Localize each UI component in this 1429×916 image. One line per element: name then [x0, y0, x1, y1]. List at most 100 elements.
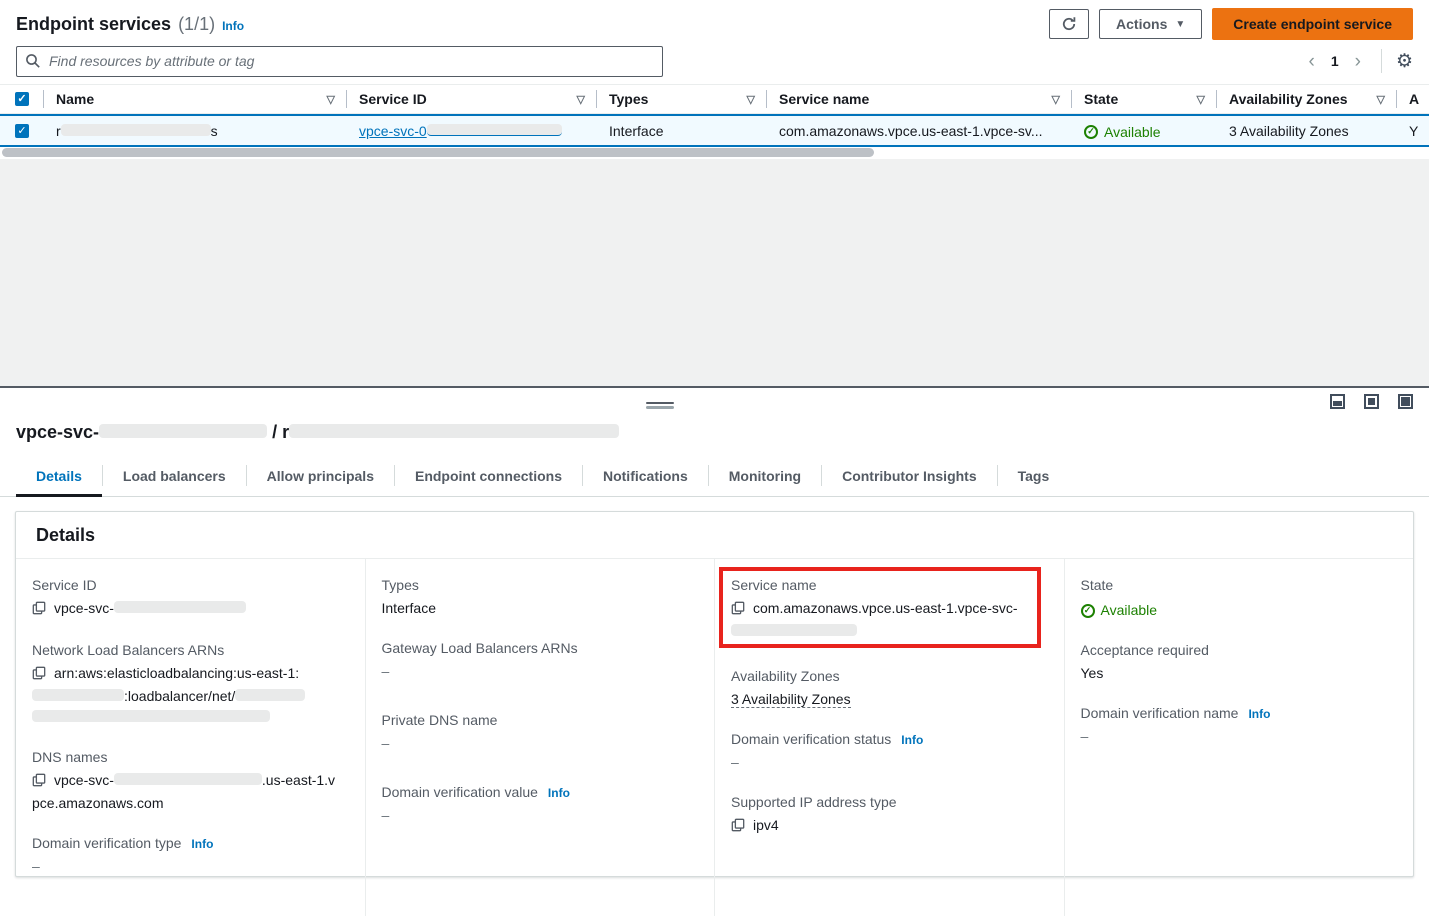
actions-button[interactable]: Actions ▼	[1099, 9, 1202, 39]
toolbar-divider	[1381, 49, 1382, 73]
filter-icon[interactable]: ▽	[327, 93, 335, 106]
table-row[interactable]: ✓ rs vpce-svc-0 Interface com.amazonaws.…	[0, 114, 1429, 147]
field-label: Domain verification value	[382, 784, 538, 800]
field-label: State	[1081, 577, 1114, 593]
cell-name: rs	[44, 123, 347, 139]
tab-notifications[interactable]: Notifications	[583, 459, 708, 497]
panel-position-side-icon[interactable]	[1364, 394, 1379, 409]
tab-contributor-insights[interactable]: Contributor Insights	[822, 459, 997, 497]
filter-icon[interactable]: ▽	[1377, 93, 1385, 106]
select-all-checkbox[interactable]: ✓	[15, 92, 29, 106]
details-card-heading: Details	[16, 512, 1413, 559]
column-header-state[interactable]: State ▽	[1072, 85, 1217, 113]
preferences-gear-icon[interactable]: ⚙	[1396, 52, 1413, 71]
field-value: Interface	[382, 598, 689, 619]
field-domain-verification-value: Domain verification value Info –	[382, 784, 689, 826]
page-count: (1/1)	[178, 14, 215, 35]
tab-tags[interactable]: Tags	[998, 459, 1070, 497]
redaction	[289, 424, 619, 438]
search-box	[16, 46, 663, 77]
column-header-service-name[interactable]: Service name ▽	[767, 85, 1072, 113]
redaction	[61, 124, 211, 136]
field-label: Domain verification type	[32, 835, 181, 851]
service-name-text: com.amazonaws.vpce.us-east-1.vpce-svc-	[753, 600, 1018, 616]
search-input[interactable]	[16, 46, 663, 77]
field-label: DNS names	[32, 749, 107, 765]
copy-icon[interactable]	[32, 665, 46, 686]
redaction	[427, 124, 562, 136]
copy-icon[interactable]	[731, 600, 745, 621]
background-gap	[0, 159, 1429, 388]
split-panel-drag-handle[interactable]	[646, 402, 674, 409]
cell-types: Interface	[597, 123, 767, 139]
field-label: Gateway Load Balancers ARNs	[382, 640, 578, 656]
tab-load-balancers[interactable]: Load balancers	[103, 459, 246, 497]
column-label: Service ID	[359, 91, 427, 107]
copy-icon[interactable]	[32, 600, 46, 621]
tab-details[interactable]: Details	[16, 459, 102, 497]
field-value: –	[382, 805, 689, 826]
filter-icon[interactable]: ▽	[577, 93, 585, 106]
field-state: State ✓Available	[1081, 577, 1388, 621]
create-endpoint-service-button[interactable]: Create endpoint service	[1212, 8, 1413, 40]
copy-icon[interactable]	[731, 817, 745, 838]
info-link[interactable]: Info	[901, 733, 923, 747]
field-label: Domain verification status	[731, 731, 891, 747]
redaction	[114, 601, 246, 613]
select-all-cell: ✓	[0, 85, 44, 113]
next-page-button[interactable]: ›	[1349, 52, 1367, 71]
column-header-name[interactable]: Name ▽	[44, 85, 347, 113]
cell-service-name: com.amazonaws.vpce.us-east-1.vpce-sv...	[767, 123, 1072, 139]
field-label: Service ID	[32, 577, 97, 593]
redaction	[235, 689, 305, 701]
copy-icon[interactable]	[32, 772, 46, 793]
field-value: –	[1081, 726, 1388, 747]
column-header-acceptance[interactable]: A	[1397, 85, 1429, 113]
field-service-id: Service ID vpce-svc-	[32, 577, 339, 621]
column-label: State	[1084, 91, 1118, 107]
available-check-icon: ✓	[1081, 604, 1095, 618]
row-checkbox[interactable]: ✓	[15, 124, 29, 138]
column-header-availability-zones[interactable]: Availability Zones ▽	[1217, 85, 1397, 113]
field-acceptance-required: Acceptance required Yes	[1081, 642, 1388, 684]
filter-icon[interactable]: ▽	[1052, 93, 1060, 106]
info-link[interactable]: Info	[191, 837, 213, 851]
tab-monitoring[interactable]: Monitoring	[709, 459, 821, 497]
field-private-dns: Private DNS name –	[382, 712, 689, 754]
details-card: Details Service ID vpce-svc- Network Loa…	[15, 511, 1414, 877]
field-supported-ip: Supported IP address type ipv4	[731, 794, 1038, 838]
field-label: Types	[382, 577, 419, 593]
field-label: Availability Zones	[731, 668, 840, 684]
nlb-arn-text: arn:aws:elasticloadbalancing:us-east-1:	[54, 665, 299, 681]
info-link[interactable]: Info	[1248, 707, 1270, 721]
filter-icon[interactable]: ▽	[1197, 93, 1205, 106]
horizontal-scrollbar	[0, 147, 1429, 159]
info-link[interactable]: Info	[548, 786, 570, 800]
availability-zones-popover[interactable]: 3 Availability Zones	[731, 691, 851, 708]
name-text: s	[211, 123, 218, 139]
row-select-cell: ✓	[0, 124, 44, 138]
column-header-types[interactable]: Types ▽	[597, 85, 767, 113]
tab-allow-principals[interactable]: Allow principals	[247, 459, 394, 497]
header-info-link[interactable]: Info	[222, 19, 244, 33]
panel-position-fullscreen-icon[interactable]	[1398, 394, 1413, 409]
field-value: –	[382, 733, 689, 754]
split-panel: vpce-svc- / r Details Load balancers All…	[0, 388, 1429, 877]
refresh-button[interactable]	[1049, 9, 1089, 39]
refresh-icon	[1061, 16, 1077, 32]
field-value: –	[32, 856, 339, 877]
panel-position-bottom-icon[interactable]	[1330, 394, 1345, 409]
service-id-link[interactable]: vpce-svc-0	[359, 123, 562, 139]
page-header: Endpoint services (1/1) Info Actions ▼ C…	[0, 0, 1429, 44]
column-label: Availability Zones	[1229, 91, 1348, 107]
page-title: Endpoint services	[16, 14, 171, 35]
field-dns-names: DNS names vpce-svc-.us-east-1.vpce.amazo…	[32, 749, 339, 814]
tab-endpoint-connections[interactable]: Endpoint connections	[395, 459, 582, 497]
availability-zones-popover[interactable]: 3 Availability Zones	[1229, 123, 1349, 139]
redaction	[32, 710, 270, 722]
filter-icon[interactable]: ▽	[747, 93, 755, 106]
horizontal-scrollbar-thumb[interactable]	[2, 148, 874, 157]
column-header-service-id[interactable]: Service ID ▽	[347, 85, 597, 113]
field-label: Domain verification name	[1081, 705, 1239, 721]
prev-page-button[interactable]: ‹	[1303, 52, 1321, 71]
